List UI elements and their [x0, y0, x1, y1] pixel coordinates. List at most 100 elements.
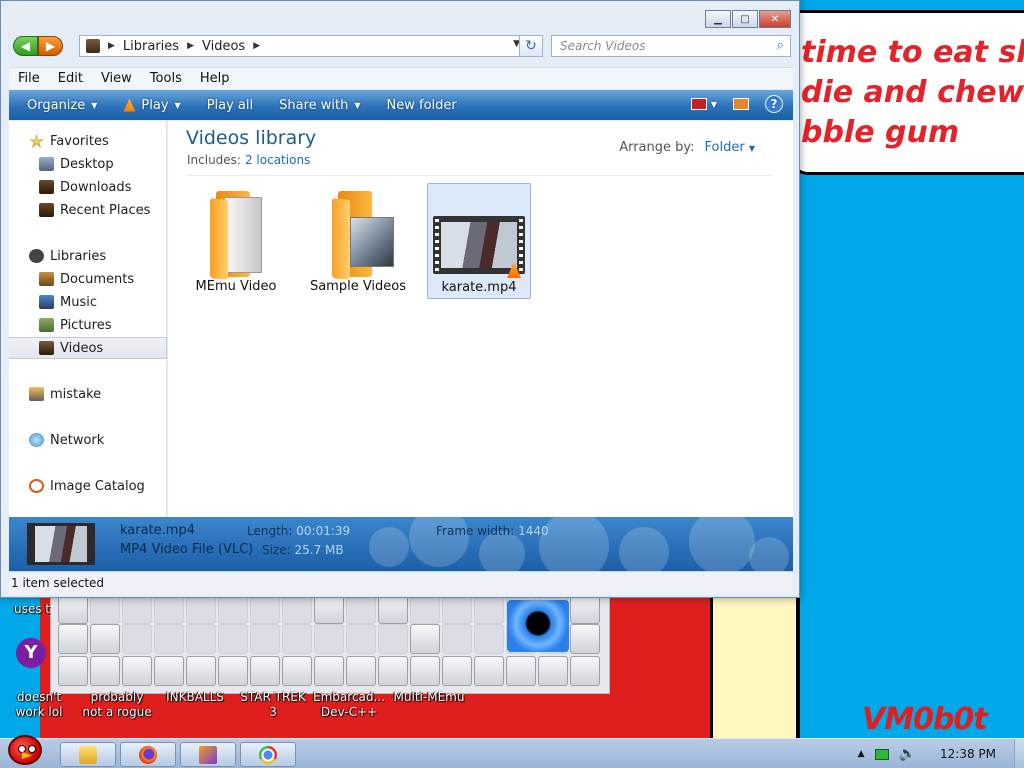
- game-tile: [186, 656, 216, 686]
- details-type: MP4 Video File (VLC): [120, 542, 254, 557]
- arrange-by: Arrange by: Folder ▼: [619, 140, 755, 155]
- nav-downloads[interactable]: Downloads: [9, 176, 167, 198]
- taskbar-firefox-button[interactable]: [120, 742, 176, 767]
- preview-pane-icon[interactable]: [733, 98, 749, 110]
- search-icon[interactable]: ⌕: [777, 38, 784, 53]
- back-button[interactable]: ◀: [13, 36, 38, 56]
- content-pane: Videos library Includes: 2 locations Arra…: [168, 121, 793, 517]
- show-hidden-icons-icon[interactable]: ▲: [858, 749, 865, 759]
- game-tile: [538, 656, 568, 686]
- play-all-button[interactable]: Play all: [199, 98, 261, 113]
- breadcrumb-libraries[interactable]: Libraries: [123, 39, 179, 54]
- show-desktop-button[interactable]: [1014, 739, 1024, 768]
- libraries-icon: [29, 249, 44, 263]
- game-tile: [474, 594, 504, 624]
- command-bar-right: ▼ ?: [690, 95, 783, 113]
- nav-documents[interactable]: Documents: [9, 268, 167, 290]
- minimize-button[interactable]: ▁: [705, 10, 731, 28]
- wallpaper-speech-bubble: time to eat shit die and chew bble gum: [790, 10, 1024, 175]
- forward-button[interactable]: ▶: [38, 36, 63, 56]
- menu-help[interactable]: Help: [191, 71, 239, 86]
- breadcrumb-videos[interactable]: Videos: [202, 39, 245, 54]
- nav-mistake[interactable]: mistake: [9, 383, 167, 405]
- nav-desktop[interactable]: Desktop: [9, 153, 167, 175]
- nav-desktop-label: Desktop: [60, 156, 114, 172]
- refresh-icon[interactable]: ↻: [519, 35, 543, 57]
- clock[interactable]: 12:38 PM: [940, 747, 996, 761]
- menu-edit[interactable]: Edit: [49, 71, 92, 86]
- nav-network-label: Network: [50, 432, 105, 448]
- pictures-icon: [39, 318, 54, 332]
- nav-recent-places[interactable]: Recent Places: [9, 199, 167, 221]
- taskbar-explorer-button[interactable]: [60, 742, 116, 767]
- nav-videos[interactable]: Videos: [9, 337, 167, 359]
- chevron-right-icon: ▶: [187, 41, 194, 51]
- menu-file[interactable]: File: [9, 71, 49, 86]
- game-tile: [570, 656, 600, 686]
- arrange-folder-dropdown[interactable]: Folder ▼: [705, 140, 755, 155]
- folder-item-memu-video[interactable]: MEmu Video: [184, 183, 288, 299]
- speech-line-1: time to eat shit: [801, 35, 1024, 70]
- play-label: Play: [141, 97, 169, 113]
- chevron-down-icon: ▼: [174, 100, 181, 110]
- play-button[interactable]: Play ▼: [115, 98, 188, 113]
- folder-icon: [206, 191, 264, 280]
- game-tile: [378, 656, 408, 686]
- game-tile: [410, 624, 440, 654]
- folder-icon: [328, 191, 394, 280]
- taskbar-app-button[interactable]: [180, 742, 236, 767]
- new-folder-button[interactable]: New folder: [379, 98, 465, 113]
- close-button[interactable]: ✕: [759, 10, 791, 28]
- organize-label: Organize: [27, 97, 86, 113]
- desktop-icon-star-trek[interactable]: STAR TREK 3: [236, 690, 310, 720]
- nav-favorites[interactable]: Favorites: [9, 130, 167, 152]
- music-icon: [39, 295, 54, 309]
- item-label: MEmu Video: [195, 279, 277, 294]
- game-ball-icon: [507, 600, 569, 652]
- nav-pictures[interactable]: Pictures: [9, 314, 167, 336]
- search-input[interactable]: Search Videos ⌕: [551, 35, 791, 57]
- yahoo-icon[interactable]: Y: [16, 638, 46, 668]
- details-pane: karate.mp4 MP4 Video File (VLC) Length: …: [9, 517, 793, 571]
- folder-item-sample-videos[interactable]: Sample Videos: [306, 183, 410, 299]
- wallpaper-signature: VM0b0t: [862, 702, 988, 737]
- network-status-icon[interactable]: [874, 748, 889, 760]
- video-thumbnail-icon: [433, 216, 525, 278]
- library-includes: Includes: 2 locations: [187, 153, 310, 167]
- file-item-karate-mp4[interactable]: karate.mp4: [427, 183, 531, 299]
- desktop-icon-doesnt-work[interactable]: doesn't work lol: [2, 690, 76, 720]
- chevron-down-icon: ▼: [354, 100, 361, 110]
- arrange-value: Folder: [704, 140, 745, 155]
- includes-locations-link[interactable]: 2 locations: [245, 153, 310, 167]
- view-options-button[interactable]: ▼: [690, 98, 717, 110]
- address-bar[interactable]: ▶ Libraries ▶ Videos ▶ ▼: [79, 35, 527, 57]
- help-icon[interactable]: ?: [765, 95, 783, 113]
- desktop-icon-dev-cpp[interactable]: Embarcad... Dev-C++: [312, 690, 386, 720]
- videos-icon: [39, 341, 54, 355]
- downloads-icon: [39, 180, 54, 194]
- desktop-icon-not-a-rogue[interactable]: probably not a rogue: [80, 690, 154, 720]
- nav-network[interactable]: Network: [9, 429, 167, 451]
- desktop-icon-uses[interactable]: uses t: [0, 602, 54, 617]
- speech-line-3: bble gum: [801, 115, 960, 150]
- desktop-icon-multi-memu[interactable]: Multi-MEmu: [392, 690, 466, 705]
- nav-image-catalog[interactable]: Image Catalog: [9, 475, 167, 497]
- desktop-icon-inkballs[interactable]: INKBALLS: [158, 690, 232, 705]
- maximize-button[interactable]: □: [732, 10, 758, 28]
- details-size: Size: 25.7 MB: [262, 543, 344, 557]
- taskbar-chrome-button[interactable]: [240, 742, 296, 767]
- start-button[interactable]: [2, 731, 48, 768]
- share-with-button[interactable]: Share with ▼: [271, 98, 368, 113]
- share-with-label: Share with: [279, 97, 349, 113]
- user-folder-icon: [29, 387, 44, 401]
- menu-tools[interactable]: Tools: [141, 71, 191, 86]
- game-tile: [442, 624, 472, 654]
- chevron-down-icon: ▼: [748, 144, 755, 153]
- game-tile: [314, 594, 344, 624]
- nav-libraries[interactable]: Libraries: [9, 245, 167, 267]
- volume-icon[interactable]: 🔈: [899, 746, 916, 762]
- menu-view[interactable]: View: [92, 71, 141, 86]
- details-frame-width: Frame width: 1440: [436, 524, 549, 538]
- nav-music[interactable]: Music: [9, 291, 167, 313]
- organize-button[interactable]: Organize ▼: [19, 98, 105, 113]
